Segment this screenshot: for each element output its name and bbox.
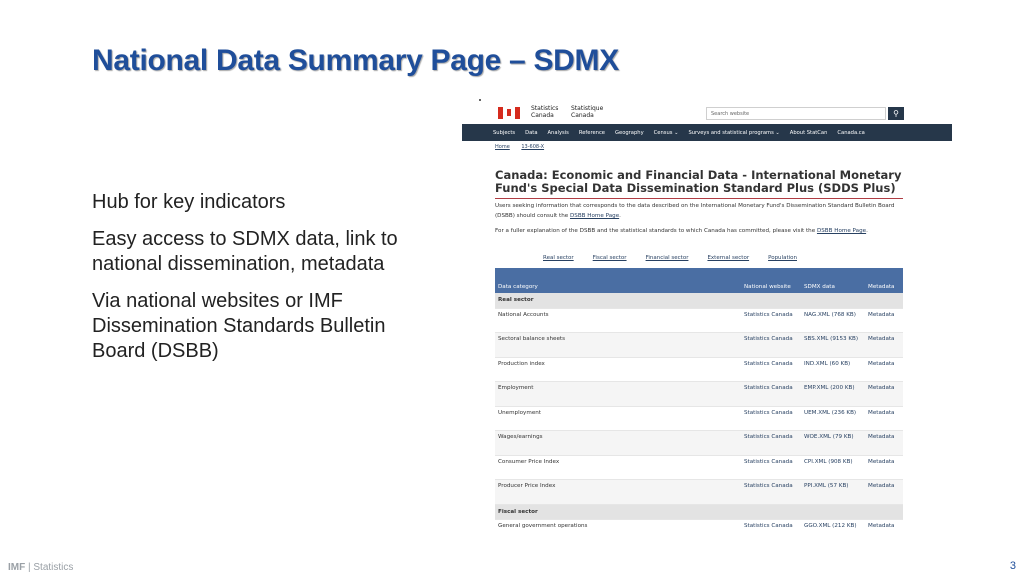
nav-item[interactable]: Analysis [548, 130, 569, 136]
column-header: National website [741, 268, 801, 293]
sdmx-data-link[interactable]: PPI.XML (57 KB) [801, 479, 865, 505]
slide-title: National Data Summary Page – SDMX [92, 44, 619, 77]
metadata-link[interactable]: Metadata [865, 406, 903, 431]
national-website-link[interactable]: Statistics Canada [741, 479, 801, 505]
breadcrumb-publication[interactable]: 13-608-X [521, 144, 544, 150]
group-label: Fiscal sector [495, 504, 903, 520]
sdmx-data-link[interactable]: NAG.XML (768 KB) [801, 308, 865, 333]
nav-item[interactable]: Surveys and statistical programs ⌄ [688, 130, 779, 136]
sdmx-data-link[interactable]: SBS.XML (9153 KB) [801, 332, 865, 358]
agency-name-en[interactable]: Statistics Canada [531, 105, 558, 119]
table-row: Production index Statistics Canada IND.XML… [495, 357, 903, 382]
data-category-cell: General government operations [495, 519, 741, 537]
metadata-link[interactable]: Metadata [865, 479, 903, 505]
metadata-link[interactable]: Metadata [865, 455, 903, 480]
sdmx-data-link[interactable]: GGO.XML (212 KB) [801, 519, 865, 537]
data-category-cell: Wages/earnings [495, 430, 741, 456]
metadata-link[interactable]: Metadata [865, 381, 903, 407]
column-header: Metadata [865, 268, 903, 293]
sector-link[interactable]: Fiscal sector [593, 255, 627, 261]
intro-paragraph: Users seeking information that correspon… [495, 203, 895, 219]
dsbb-link[interactable]: DSBB Home Page [570, 213, 619, 219]
sector-link[interactable]: External sector [707, 255, 749, 261]
explanation-paragraph: For a fuller explanation of the DSBB and… [495, 228, 868, 234]
gov-header: Statistics Canada Statistique Canada Sea… [462, 97, 952, 124]
data-category-cell: Employment [495, 381, 741, 407]
nav-item[interactable]: Data [525, 130, 537, 136]
breadcrumb: Home 13-608-X [495, 144, 554, 150]
metadata-link[interactable]: Metadata [865, 308, 903, 333]
sector-links: Real sector Fiscal sector Financial sector… [543, 255, 816, 261]
main-nav: Subjects Data Analysis Reference Geography Ce… [462, 124, 952, 141]
metadata-link[interactable]: Metadata [865, 332, 903, 358]
national-website-link[interactable]: Statistics Canada [741, 332, 801, 358]
nav-item[interactable]: Geography [615, 130, 644, 136]
bullet-item: Hub for key indicators [92, 191, 286, 213]
sdmx-data-link[interactable]: IND.XML (60 KB) [801, 357, 865, 382]
intro-text: Users seeking information that correspon… [495, 203, 895, 219]
nav-item[interactable]: About StatCan [790, 130, 828, 136]
sdmx-data-link[interactable]: WOE.XML (79 KB) [801, 430, 865, 456]
table-row: Unemployment Statistics Canada UEM.XML (23… [495, 406, 903, 431]
footer-section: | Statistics [28, 562, 74, 573]
dsbb-link[interactable]: DSBB Home Page [817, 228, 866, 234]
sector-link[interactable]: Population [768, 255, 797, 261]
table-row: Producer Price Index Statistics Canada PPI… [495, 479, 903, 505]
website-screenshot: Statistics Canada Statistique Canada Sea… [462, 97, 952, 537]
bullet-list: Hub for key indicators Easy access to SD… [92, 190, 432, 376]
data-category-cell: Producer Price Index [495, 479, 741, 505]
sector-link[interactable]: Real sector [543, 255, 574, 261]
table-row: Consumer Price Index Statistics Canada CPI… [495, 455, 903, 480]
imf-logo: IMF [8, 562, 26, 573]
heading-rule [495, 198, 903, 199]
data-category-cell: National Accounts [495, 308, 741, 333]
metadata-link[interactable]: Metadata [865, 430, 903, 456]
page-heading: Canada: Economic and Financial Data - In… [495, 168, 902, 195]
data-table: Data category National website SDMX data… [495, 268, 903, 537]
metadata-link[interactable]: Metadata [865, 519, 903, 537]
canada-flag-icon[interactable] [498, 107, 520, 119]
data-category-cell: Consumer Price Index [495, 455, 741, 480]
search-icon: ⚲ [893, 109, 899, 118]
agency-name-fr[interactable]: Statistique Canada [571, 105, 603, 119]
table-row: General government operations Statistics … [495, 519, 903, 537]
national-website-link[interactable]: Statistics Canada [741, 308, 801, 333]
sector-link[interactable]: Financial sector [646, 255, 689, 261]
data-category-cell: Sectoral balance sheets [495, 332, 741, 358]
bullet-item: Via national websites or IMF Disseminati… [92, 290, 386, 362]
search-input[interactable]: Search website [706, 107, 886, 120]
sdmx-data-link[interactable]: EMP.XML (200 KB) [801, 381, 865, 407]
nav-item[interactable]: Subjects [493, 130, 515, 136]
bullet-item: Easy access to SDMX data, link to nation… [92, 228, 398, 275]
national-website-link[interactable]: Statistics Canada [741, 519, 801, 537]
metadata-link[interactable]: Metadata [865, 357, 903, 382]
nav-item[interactable]: Census ⌄ [654, 130, 679, 136]
sdmx-data-link[interactable]: UEM.XML (236 KB) [801, 406, 865, 431]
data-category-cell: Unemployment [495, 406, 741, 431]
page-number: 3 [1009, 560, 1016, 572]
column-header: SDMX data [801, 268, 865, 293]
table-row: Employment Statistics Canada EMP.XML (200 … [495, 381, 903, 407]
table-group-row: Real sector [495, 293, 903, 309]
table-row: Sectoral balance sheets Statistics Canada… [495, 332, 903, 358]
sdmx-data-link[interactable]: CPI.XML (908 KB) [801, 455, 865, 480]
footer-brand: IMF | Statistics [8, 562, 73, 573]
search-button[interactable]: ⚲ [888, 107, 904, 120]
national-website-link[interactable]: Statistics Canada [741, 381, 801, 407]
data-category-cell: Production index [495, 357, 741, 382]
nav-item[interactable]: Reference [579, 130, 605, 136]
breadcrumb-home[interactable]: Home [495, 144, 510, 150]
national-website-link[interactable]: Statistics Canada [741, 357, 801, 382]
national-website-link[interactable]: Statistics Canada [741, 406, 801, 431]
column-header: Data category [495, 268, 741, 293]
table-row: National Accounts Statistics Canada NAG.XM… [495, 308, 903, 333]
national-website-link[interactable]: Statistics Canada [741, 430, 801, 456]
table-row: Wages/earnings Statistics Canada WOE.XML (… [495, 430, 903, 456]
nav-item[interactable]: Canada.ca [837, 130, 864, 136]
table-group-row: Fiscal sector [495, 504, 903, 520]
national-website-link[interactable]: Statistics Canada [741, 455, 801, 480]
group-label: Real sector [495, 293, 903, 309]
table-header-row: Data category National website SDMX data… [495, 268, 903, 293]
explanation-text: For a fuller explanation of the DSBB and… [495, 228, 817, 234]
